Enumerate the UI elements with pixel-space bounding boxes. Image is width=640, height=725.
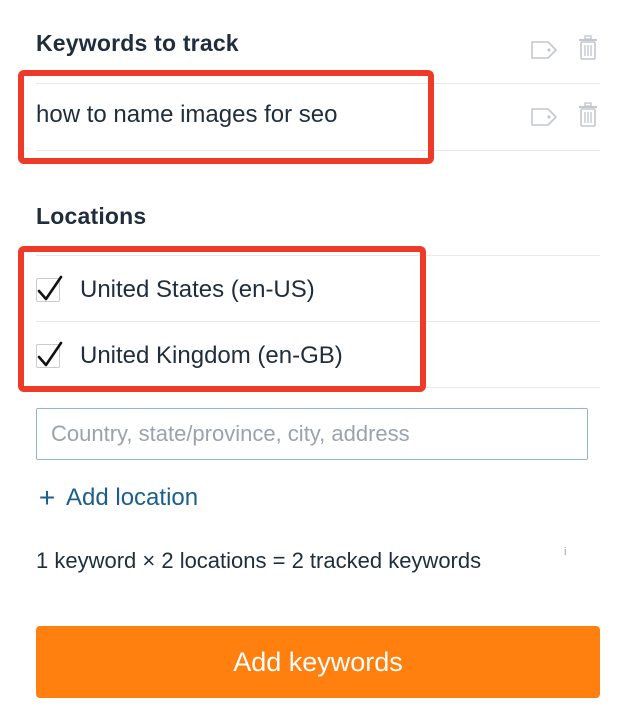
location-label: United Kingdom (en-GB) <box>80 342 343 369</box>
tag-icon[interactable] <box>529 106 559 128</box>
plus-icon: + <box>38 482 56 513</box>
info-icon[interactable]: i <box>564 546 566 558</box>
keyword-text[interactable]: how to name images for seo <box>36 101 338 129</box>
location-checkbox[interactable] <box>36 341 63 368</box>
location-item[interactable]: United States (en-US) <box>36 270 315 310</box>
location-search-input[interactable] <box>36 408 588 460</box>
location-checkbox[interactable] <box>36 275 63 302</box>
tracked-keywords-summary: 1 keyword × 2 locations = 2 tracked keyw… <box>36 548 482 573</box>
location-item[interactable]: United Kingdom (en-GB) <box>36 336 343 376</box>
trash-icon[interactable] <box>577 102 599 128</box>
tag-icon[interactable] <box>529 39 559 61</box>
divider <box>36 83 600 84</box>
checkmark-icon <box>37 341 63 367</box>
divider <box>36 255 600 256</box>
locations-section-title: Locations <box>36 203 147 229</box>
divider <box>36 150 600 151</box>
divider <box>36 321 600 322</box>
add-location-label: Add location <box>66 484 199 511</box>
add-keywords-button[interactable]: Add keywords <box>36 626 600 698</box>
trash-icon[interactable] <box>577 35 599 61</box>
add-keywords-panel: Keywords to track how to name images for… <box>0 0 640 725</box>
checkmark-icon <box>37 275 63 301</box>
location-label: United States (en-US) <box>80 276 315 303</box>
add-location-link[interactable]: + Add location <box>36 484 198 512</box>
keywords-section-title: Keywords to track <box>36 30 239 56</box>
divider <box>36 387 600 388</box>
